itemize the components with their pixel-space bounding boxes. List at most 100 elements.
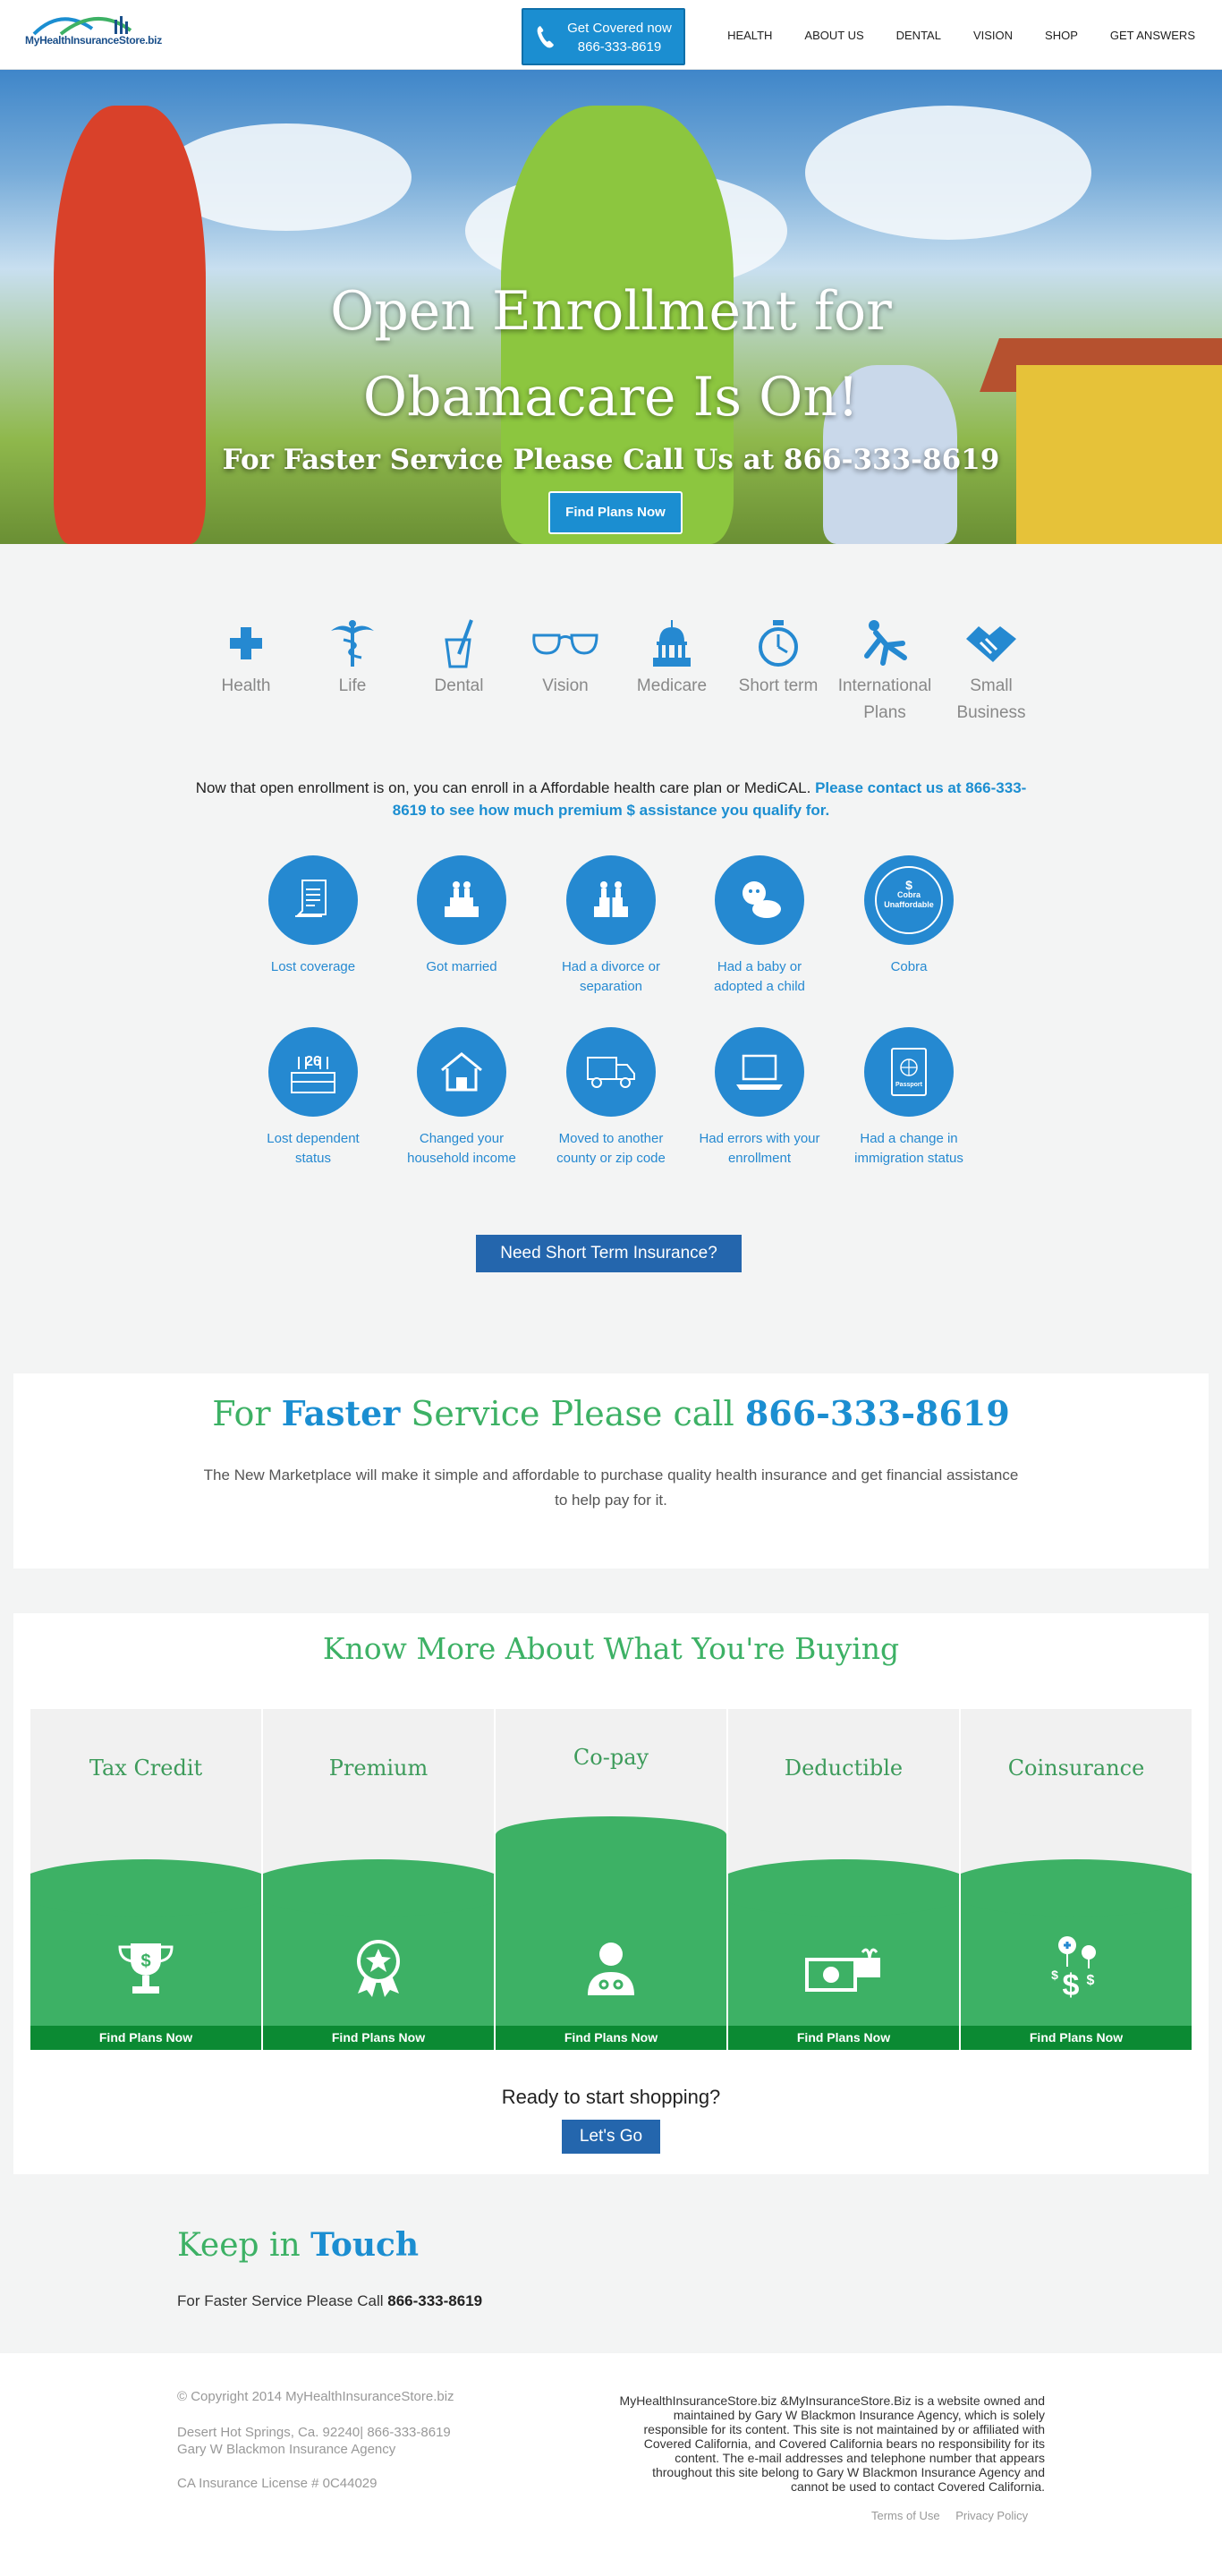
hero-cloud [805, 106, 1091, 240]
svg-text:$: $ [1087, 1973, 1095, 1988]
site-logo[interactable]: MyHealthInsuranceStore.biz [25, 11, 164, 52]
event-cobra[interactable]: $ Cobra Unaffordable Cobra [846, 855, 972, 977]
category-label: Medicare [636, 676, 708, 695]
divided-cake-icon [594, 880, 628, 921]
toothbrush-cup-icon [445, 619, 473, 668]
footer-agency: Gary W Blackmon Insurance Agency [177, 2442, 396, 2457]
card-find-plans-button[interactable]: Find Plans Now [961, 2026, 1192, 2050]
terms-of-use-link[interactable]: Terms of Use [871, 2509, 940, 2522]
card-find-plans-button[interactable]: Find Plans Now [496, 2026, 726, 2050]
cobra-dollar: $ [905, 878, 912, 892]
laptop-icon [736, 1054, 783, 1090]
phone-icon [537, 26, 554, 48]
hero-subtitle: For Faster Service Please Call Us at 866… [222, 444, 1000, 476]
faster-phone: 866-333-8619 [744, 1393, 1010, 1433]
nav-shop[interactable]: SHOP [1045, 29, 1078, 42]
hero-find-plans-button[interactable]: Find Plans Now [548, 491, 683, 534]
glasses-icon [532, 633, 598, 655]
card-coinsurance[interactable]: Coinsurance $ $ $ Find Plans Now [961, 1709, 1192, 2050]
kit-blue: Touch [310, 2226, 420, 2264]
cta-label: Get Covered now [567, 21, 672, 36]
card-premium[interactable]: Premium Find Plans Now [263, 1709, 494, 2050]
lets-go-button[interactable]: Let's Go [562, 2120, 660, 2154]
kit-phone[interactable]: 866-333-8619 [387, 2292, 482, 2309]
event-immigration[interactable]: Passport Had a change in immigration sta… [846, 1027, 972, 1169]
category-label: Life [338, 676, 367, 695]
event-baby[interactable]: Had a baby or adopted a child [697, 855, 822, 997]
insurance-categories: Health Life Dental Vision Medicare Short… [0, 617, 1222, 734]
enrollment-intro: Now that open enrollment is on, you can … [179, 777, 1043, 821]
card-find-plans-button[interactable]: Find Plans Now [30, 2026, 261, 2050]
hero-slider: Open Enrollment for Obamacare Is On! For… [0, 70, 1222, 544]
category-short-term[interactable]: Short term [729, 617, 827, 700]
event-label: Changed your household income [407, 1131, 516, 1166]
event-enrollment-errors[interactable]: Had errors with your enrollment [697, 1027, 822, 1169]
event-moved[interactable]: Moved to another county or zip code [548, 1027, 674, 1169]
event-lost-dependent[interactable]: 26 Lost dependent status [250, 1027, 376, 1169]
know-more-panel: Know More About What You're Buying Tax C… [13, 1613, 1209, 2174]
event-label: Lost coverage [270, 959, 356, 974]
event-household-income[interactable]: Changed your household income [399, 1027, 524, 1169]
get-covered-button[interactable]: Get Covered now 866-333-8619 [522, 8, 685, 65]
category-life[interactable]: Life [303, 617, 402, 700]
faster-service-heading: For Faster Service Please call 866-333-8… [13, 1393, 1209, 1433]
event-label: Moved to another county or zip code [556, 1131, 666, 1166]
footer-links: Terms of Use Privacy Policy [859, 2509, 1028, 2522]
globe-icon [900, 1058, 918, 1076]
category-medicare[interactable]: Medicare [623, 617, 721, 700]
category-label: International Plans [837, 676, 932, 722]
cta-phone: 866-333-8619 [577, 39, 662, 55]
event-label: Got married [426, 959, 497, 974]
privacy-policy-link[interactable]: Privacy Policy [955, 2509, 1028, 2522]
category-label: Health [221, 676, 271, 695]
category-label: Short term [738, 676, 819, 695]
event-label: Had a change in immigration status [854, 1131, 963, 1166]
hero-title-line1: Open Enrollment for [330, 280, 892, 343]
kit-prefix: For Faster Service Please Call [177, 2292, 388, 2309]
nav-about-us[interactable]: ABOUT US [804, 29, 863, 42]
keep-in-touch-line: For Faster Service Please Call 866-333-8… [177, 2292, 482, 2310]
category-dental[interactable]: Dental [410, 617, 508, 700]
faster-middle: Service Please call [400, 1394, 745, 1433]
event-label: Cobra [890, 959, 928, 974]
hero-title: Open Enrollment for Obamacare Is On! [0, 268, 1222, 440]
card-title: Premium [328, 1756, 429, 1781]
nav-vision[interactable]: VISION [973, 29, 1013, 42]
event-label: Had a divorce or separation [561, 959, 661, 994]
cobra-text: Cobra [896, 890, 921, 899]
doctor-icon [588, 1943, 634, 1995]
cake-number: 26 [305, 1054, 321, 1069]
event-lost-coverage[interactable]: Lost coverage [250, 855, 376, 977]
svg-text:$: $ [1063, 1968, 1080, 1999]
category-label: Dental [434, 676, 484, 695]
svg-text:$: $ [1051, 1968, 1058, 1982]
card-co-pay[interactable]: Co-pay Find Plans Now [496, 1709, 726, 2050]
dollar-balloons-icon: $ $ $ [1051, 1936, 1096, 1999]
category-international[interactable]: International Plans [836, 617, 934, 727]
passport-icon: Passport [891, 1048, 927, 1096]
event-got-married[interactable]: Got married [399, 855, 524, 977]
card-find-plans-button[interactable]: Find Plans Now [263, 2026, 494, 2050]
ready-to-shop-text: Ready to start shopping? [501, 2086, 721, 2108]
caduceus-icon [331, 620, 374, 667]
nav-health[interactable]: HEALTH [727, 29, 772, 42]
card-title: Deductible [784, 1756, 904, 1781]
event-divorce[interactable]: Had a divorce or separation [548, 855, 674, 997]
footer-license: CA Insurance License # 0C44029 [177, 2476, 378, 2491]
card-deductible[interactable]: Deductible Find Plans Now [728, 1709, 959, 2050]
svg-text:$: $ [140, 1951, 150, 1971]
category-vision[interactable]: Vision [516, 617, 615, 700]
category-label: Small Business [956, 676, 1026, 722]
nav-get-answers[interactable]: GET ANSWERS [1110, 29, 1195, 42]
keep-in-touch-heading: Keep in Touch [177, 2226, 419, 2264]
card-find-plans-button[interactable]: Find Plans Now [728, 2026, 959, 2050]
stopwatch-icon [759, 620, 798, 667]
nav-dental[interactable]: DENTAL [896, 29, 941, 42]
short-term-insurance-button[interactable]: Need Short Term Insurance? [476, 1235, 742, 1272]
card-tax-credit[interactable]: Tax Credit $ Find Plans Now [30, 1709, 261, 2050]
award-star-icon [357, 1940, 400, 1997]
category-health[interactable]: Health [197, 617, 295, 700]
passport-label: Passport [895, 1082, 922, 1088]
category-small-business[interactable]: Small Business [942, 617, 1040, 727]
card-title: Tax Credit [89, 1756, 203, 1781]
